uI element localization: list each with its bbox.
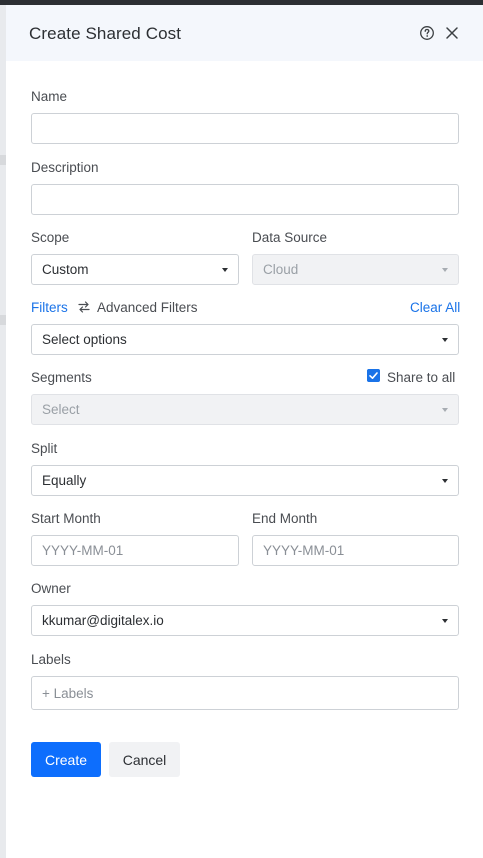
- share-to-all-checkbox[interactable]: [367, 369, 380, 382]
- labels-label: Labels: [31, 652, 71, 667]
- labels-placeholder: + Labels: [42, 686, 94, 701]
- chevron-down-icon: [442, 619, 448, 623]
- name-input[interactable]: [31, 113, 459, 144]
- owner-select[interactable]: kkumar@digitalex.io: [31, 605, 459, 636]
- start-month-label: Start Month: [31, 511, 101, 526]
- scope-label: Scope: [31, 230, 70, 245]
- end-month-input[interactable]: YYYY-MM-01: [252, 535, 459, 566]
- split-selected-value: Equally: [42, 473, 87, 488]
- name-label: Name: [31, 89, 68, 104]
- help-circle-icon[interactable]: [419, 25, 435, 41]
- drawer-title: Create Shared Cost: [29, 24, 182, 43]
- labels-input[interactable]: + Labels: [31, 676, 459, 710]
- drawer-header: Create Shared Cost: [6, 5, 483, 61]
- start-month-placeholder: YYYY-MM-01: [42, 543, 124, 558]
- swap-arrows-icon[interactable]: [77, 301, 91, 313]
- description-input[interactable]: [31, 184, 459, 215]
- split-label: Split: [31, 441, 58, 456]
- share-to-all-label[interactable]: Share to all: [387, 370, 455, 385]
- segments-placeholder: Select: [42, 402, 80, 417]
- segments-select: Select: [31, 394, 459, 425]
- data-source-selected-value: Cloud: [263, 262, 299, 277]
- create-shared-cost-drawer: Create Shared Cost Name Description Scop…: [6, 5, 483, 858]
- data-source-select: Cloud: [252, 254, 459, 285]
- tab-filters[interactable]: Filters: [31, 300, 68, 315]
- filters-placeholder: Select options: [42, 332, 127, 347]
- chevron-down-icon: [442, 479, 448, 483]
- owner-selected-value: kkumar@digitalex.io: [42, 613, 164, 628]
- end-month-placeholder: YYYY-MM-01: [263, 543, 345, 558]
- chevron-down-icon: [442, 408, 448, 412]
- create-button[interactable]: Create: [31, 742, 101, 777]
- data-source-label: Data Source: [252, 230, 328, 245]
- owner-label: Owner: [31, 581, 71, 596]
- chevron-down-icon: [222, 268, 228, 272]
- filters-select[interactable]: Select options: [31, 324, 459, 355]
- tab-advanced-filters[interactable]: Advanced Filters: [97, 300, 198, 315]
- split-select[interactable]: Equally: [31, 465, 459, 496]
- end-month-label: End Month: [252, 511, 318, 526]
- close-icon[interactable]: [444, 25, 460, 41]
- segments-label: Segments: [31, 370, 92, 385]
- chevron-down-icon: [442, 268, 448, 272]
- chevron-down-icon: [442, 338, 448, 342]
- scope-selected-value: Custom: [42, 262, 89, 277]
- start-month-input[interactable]: YYYY-MM-01: [31, 535, 239, 566]
- clear-all-link[interactable]: Clear All: [410, 300, 460, 315]
- description-label: Description: [31, 160, 99, 175]
- scope-select[interactable]: Custom: [31, 254, 239, 285]
- cancel-button[interactable]: Cancel: [109, 742, 180, 777]
